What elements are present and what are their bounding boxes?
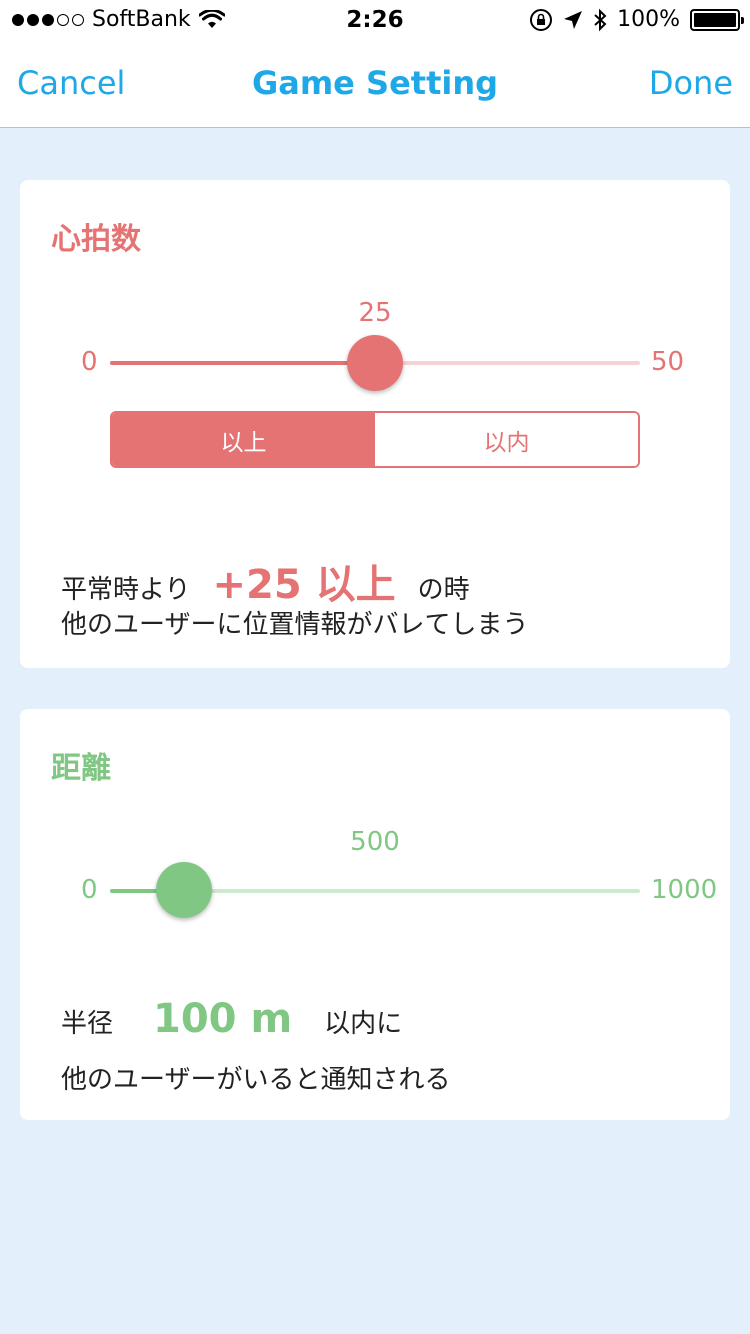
bluetooth-icon (594, 8, 607, 31)
rotation-lock-icon (530, 8, 553, 31)
cancel-button[interactable]: Cancel (17, 64, 125, 102)
distance-title: 距離 (51, 751, 111, 786)
location-arrow-icon (564, 10, 583, 29)
distance-slider-max: 1000 (651, 875, 718, 905)
distance-card: 距離 500 0 1000 半径 100 m 以内に 他のユーザーがいると通知さ… (20, 709, 730, 1120)
heart-rate-slider-value: 25 (358, 298, 392, 328)
navigation-bar: Cancel Game Setting Done (0, 40, 750, 128)
heart-rate-track-fill (110, 361, 375, 365)
distance-slider[interactable]: 500 0 1000 (20, 825, 730, 945)
heart-rate-slider-min: 0 (81, 347, 98, 377)
segment-above[interactable]: 以上 (112, 413, 375, 466)
heart-rate-slider-thumb[interactable] (347, 335, 403, 391)
distance-description-line2: 他のユーザーがいると通知される (61, 1065, 451, 1095)
heart-rate-slider[interactable]: 25 0 50 (20, 295, 730, 415)
battery-percent: 100% (617, 7, 680, 32)
heart-desc-suffix: の時 (417, 575, 470, 605)
heart-rate-title: 心拍数 (51, 222, 141, 257)
battery-icon (690, 8, 744, 31)
heart-desc-prefix: 平常時より (61, 575, 191, 605)
status-right: 100% (529, 7, 744, 32)
status-bar: SoftBank 2:26 100% (0, 0, 750, 40)
distance-slider-min: 0 (81, 875, 98, 905)
heart-rate-description-line1: 平常時より +25 以上 の時 (61, 552, 470, 610)
distance-desc-value: 100 m (153, 996, 293, 1042)
segment-within[interactable]: 以内 (375, 413, 638, 466)
heart-rate-card: 心拍数 25 0 50 以上 以内 平常時より +25 以上 の時 他のユーザー… (20, 180, 730, 668)
distance-desc-prefix: 半径 (61, 1009, 114, 1039)
heart-rate-description-line2: 他のユーザーに位置情報がバレてしまう (61, 610, 529, 640)
distance-slider-thumb[interactable] (156, 862, 213, 918)
heart-desc-value: +25 以上 (212, 562, 396, 608)
distance-slider-value: 500 (350, 827, 400, 857)
threshold-segmented-control: 以上 以内 (110, 411, 640, 468)
distance-description-line1: 半径 100 m 以内に (61, 996, 402, 1042)
heart-rate-slider-max: 50 (651, 347, 685, 377)
distance-desc-suffix: 以内に (324, 1009, 403, 1039)
done-button[interactable]: Done (649, 64, 733, 102)
